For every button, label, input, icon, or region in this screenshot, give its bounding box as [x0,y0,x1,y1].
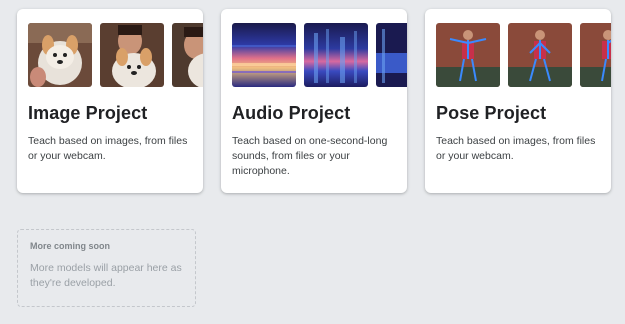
spectrogram-thumbnail [232,23,296,87]
card-title: Pose Project [436,103,547,123]
spectrogram-thumbnail [304,23,368,87]
audio-project-card[interactable]: Audio Project Teach based on one-second-… [221,9,407,193]
coming-soon-description: More models will appear here as they're … [30,262,182,289]
audio-project-thumbnails [232,23,407,89]
spectrogram-thumbnail [376,23,407,87]
pose-thumbnail [580,23,611,87]
pose-project-thumbnails [436,23,611,89]
image-project-card[interactable]: Image Project Teach based on images, fro… [17,9,203,193]
sample-image-thumbnail [28,23,92,87]
sample-image-thumbnail [172,23,203,87]
image-project-thumbnails [28,23,203,89]
card-title: Audio Project [232,103,351,123]
more-coming-soon-placeholder: More coming soon More models will appear… [17,229,196,307]
pose-project-card[interactable]: Pose Project Teach based on images, from… [425,9,611,193]
card-description: Teach based on images, from files or you… [28,135,188,162]
sample-image-thumbnail [100,23,164,87]
pose-thumbnail [436,23,500,87]
pose-thumbnail [508,23,572,87]
card-title: Image Project [28,103,148,123]
card-description: Teach based on one-second-long sounds, f… [232,135,388,177]
coming-soon-title: More coming soon [30,241,111,251]
card-description: Teach based on images, from files or you… [436,135,596,162]
